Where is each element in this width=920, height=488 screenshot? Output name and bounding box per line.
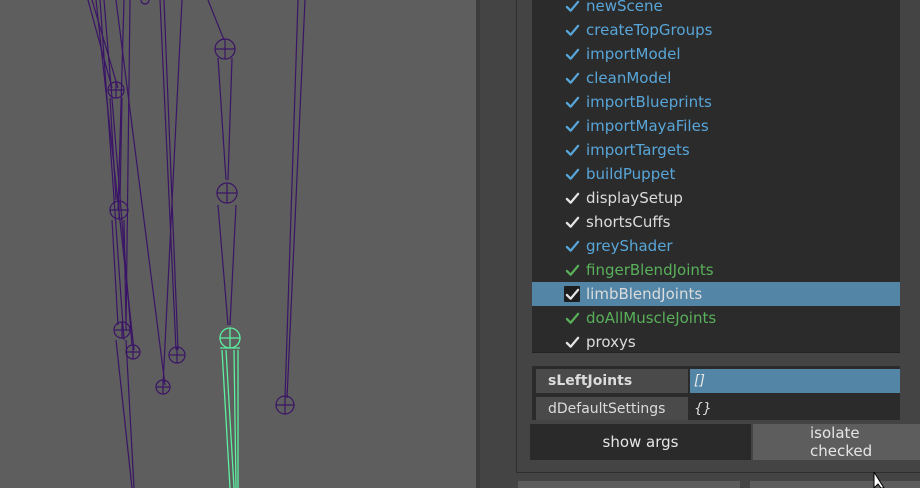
step-label: importMayaFiles	[586, 117, 709, 135]
step-checkbox[interactable]	[564, 286, 580, 302]
checkmark-icon	[565, 336, 579, 348]
step-row[interactable]: shortsCuffs	[532, 210, 900, 234]
step-row[interactable]: displaySetup	[532, 186, 900, 210]
step-checkbox[interactable]	[564, 166, 580, 182]
step-label: importTargets	[586, 141, 690, 159]
footer-button-left[interactable]	[518, 481, 740, 488]
step-row[interactable]: importModel	[532, 42, 900, 66]
param-value-field[interactable]: []	[690, 369, 900, 393]
step-row[interactable]: importMayaFiles	[532, 114, 900, 138]
checkmark-icon	[565, 24, 579, 36]
show-args-button[interactable]: show args	[530, 424, 751, 460]
steps-list[interactable]: newScene createTopGroups importModel cleanM…	[532, 0, 900, 353]
step-checkbox[interactable]	[564, 310, 580, 326]
step-label: greyShader	[586, 237, 673, 255]
step-label: importBlueprints	[586, 93, 712, 111]
step-checkbox[interactable]	[564, 0, 580, 14]
step-row[interactable]: doAllMuscleJoints	[532, 306, 900, 330]
mouse-cursor-icon	[873, 472, 885, 488]
param-row: dDefaultSettings{}	[532, 396, 900, 420]
step-row[interactable]: greyShader	[532, 234, 900, 258]
step-label: fingerBlendJoints	[586, 261, 714, 279]
step-label: newScene	[586, 0, 663, 15]
bone-line	[87, 0, 113, 89]
step-row[interactable]: fingerBlendJoints	[532, 258, 900, 282]
checkmark-icon	[565, 0, 579, 12]
param-key: dDefaultSettings	[536, 397, 688, 420]
checkmark-icon	[565, 192, 579, 204]
checkmark-icon	[565, 264, 579, 276]
step-row[interactable]: importBlueprints	[532, 90, 900, 114]
step-checkbox[interactable]	[564, 262, 580, 278]
param-row: sLeftJoints[]	[532, 368, 900, 394]
isolate-checked-button[interactable]: isolate checked	[753, 424, 920, 460]
step-row[interactable]: limbBlendJoints	[532, 282, 900, 306]
checkmark-icon	[565, 168, 579, 180]
step-row[interactable]: createTopGroups	[532, 18, 900, 42]
step-label: shortsCuffs	[586, 213, 671, 231]
footer-button-right[interactable]	[750, 481, 920, 488]
param-value-field[interactable]: {}	[690, 397, 900, 420]
step-row[interactable]: buildPuppet	[532, 162, 900, 186]
step-row[interactable]: cleanModel	[532, 66, 900, 90]
checkmark-icon	[565, 120, 579, 132]
step-checkbox[interactable]	[564, 142, 580, 158]
checkmark-icon	[565, 48, 579, 60]
checkmark-icon	[565, 312, 579, 324]
step-checkbox[interactable]	[564, 238, 580, 254]
step-row[interactable]: importTargets	[532, 138, 900, 162]
checkmark-icon	[565, 288, 579, 300]
parameters-table: sLeftJoints[] dDefaultSettings{}	[532, 366, 900, 420]
step-checkbox[interactable]	[564, 334, 580, 350]
step-checkbox[interactable]	[564, 70, 580, 86]
checkmark-icon	[565, 216, 579, 228]
step-label: limbBlendJoints	[586, 285, 703, 303]
joint-markers	[107, 0, 295, 415]
skeleton-joints-drawing	[87, 0, 306, 488]
step-checkbox[interactable]	[564, 214, 580, 230]
checkmark-icon	[565, 72, 579, 84]
step-checkbox[interactable]	[564, 94, 580, 110]
step-row[interactable]: newScene	[532, 0, 900, 18]
step-label: buildPuppet	[586, 165, 676, 183]
step-label: doAllMuscleJoints	[586, 309, 717, 327]
step-label: displaySetup	[586, 189, 683, 207]
param-key: sLeftJoints	[536, 369, 688, 393]
checkmark-icon	[565, 240, 579, 252]
step-checkbox[interactable]	[564, 190, 580, 206]
step-label: cleanModel	[586, 69, 672, 87]
checkmark-icon	[565, 96, 579, 108]
selected-joint-chain	[219, 327, 241, 488]
step-label: proxys	[586, 333, 636, 351]
step-checkbox[interactable]	[564, 46, 580, 62]
checkmark-icon	[565, 144, 579, 156]
step-row[interactable]: proxys	[532, 330, 900, 352]
step-label: createTopGroups	[586, 21, 713, 39]
step-checkbox[interactable]	[564, 22, 580, 38]
step-checkbox[interactable]	[564, 118, 580, 134]
step-label: importModel	[586, 45, 681, 63]
3d-viewport[interactable]	[0, 0, 476, 488]
